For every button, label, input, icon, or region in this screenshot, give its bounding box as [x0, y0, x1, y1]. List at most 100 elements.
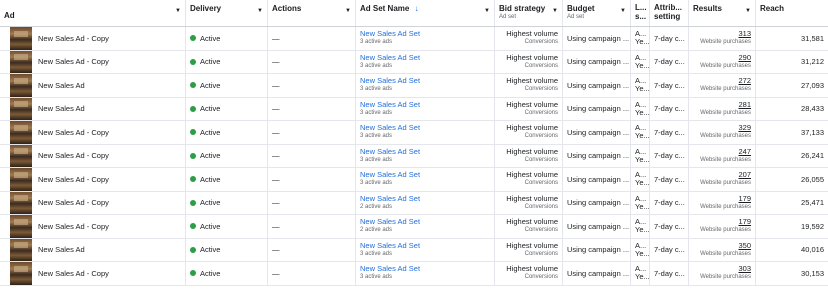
adset-cell[interactable]: New Sales Ad Set 3 active ads — [356, 74, 495, 97]
ad-name[interactable]: New Sales Ad - Copy — [38, 57, 109, 66]
table-row[interactable]: New Sales Ad - Copy Active — New Sales A… — [0, 191, 828, 215]
results-cell[interactable]: 350 Website purchases — [689, 238, 756, 261]
table-row[interactable]: New Sales Ad - Copy Active — New Sales A… — [0, 168, 828, 192]
results-value[interactable]: 350 — [738, 241, 751, 250]
ad-name[interactable]: New Sales Ad — [38, 81, 85, 90]
ad-thumbnail[interactable] — [10, 238, 32, 261]
table-row[interactable]: New Sales Ad Active — New Sales Ad Set 3… — [0, 238, 828, 262]
results-cell[interactable]: 272 Website purchases — [689, 74, 756, 97]
adset-link[interactable]: New Sales Ad Set — [360, 53, 420, 62]
table-row[interactable]: New Sales Ad - Copy Active — New Sales A… — [0, 50, 828, 74]
column-header-reach[interactable]: Reach — [756, 0, 828, 26]
ad-thumbnail[interactable] — [10, 50, 32, 73]
results-value[interactable]: 179 — [738, 217, 751, 226]
results-value[interactable]: 247 — [738, 147, 751, 156]
column-header-results[interactable]: Results ▼ — [689, 0, 756, 26]
ad-name[interactable]: New Sales Ad - Copy — [38, 198, 109, 207]
ad-name[interactable]: New Sales Ad - Copy — [38, 34, 109, 43]
adset-link[interactable]: New Sales Ad Set — [360, 217, 420, 226]
column-menu-icon[interactable]: ▼ — [345, 8, 351, 14]
column-header-budget[interactable]: Budget Ad set ▼ — [563, 0, 631, 26]
results-cell[interactable]: 247 Website purchases — [689, 144, 756, 167]
column-menu-icon[interactable]: ▼ — [257, 8, 263, 14]
ad-cell[interactable]: New Sales Ad - Copy — [0, 168, 186, 191]
adset-cell[interactable]: New Sales Ad Set 3 active ads — [356, 262, 495, 285]
column-header-ad[interactable]: Ad ▼ — [0, 0, 186, 26]
ad-thumbnail[interactable] — [10, 27, 32, 50]
adset-cell[interactable]: New Sales Ad Set 2 active ads — [356, 191, 495, 214]
table-row[interactable]: New Sales Ad - Copy Active — New Sales A… — [0, 144, 828, 168]
results-value[interactable]: 290 — [738, 53, 751, 62]
table-row[interactable]: New Sales Ad - Copy Active — New Sales A… — [0, 215, 828, 239]
adset-link[interactable]: New Sales Ad Set — [360, 76, 420, 85]
results-cell[interactable]: 281 Website purchases — [689, 97, 756, 120]
ad-thumbnail[interactable] — [10, 168, 32, 191]
column-menu-icon[interactable]: ▼ — [175, 8, 181, 14]
ad-cell[interactable]: New Sales Ad - Copy — [0, 27, 186, 50]
ad-name[interactable]: New Sales Ad - Copy — [38, 269, 109, 278]
ad-name[interactable]: New Sales Ad — [38, 104, 85, 113]
results-cell[interactable]: 179 Website purchases — [689, 215, 756, 238]
ad-thumbnail[interactable] — [10, 215, 32, 238]
adset-cell[interactable]: New Sales Ad Set 3 active ads — [356, 27, 495, 50]
results-cell[interactable]: 303 Website purchases — [689, 262, 756, 285]
ad-thumbnail[interactable] — [10, 262, 32, 285]
adset-cell[interactable]: New Sales Ad Set 3 active ads — [356, 97, 495, 120]
table-row[interactable]: New Sales Ad - Copy Active — New Sales A… — [0, 262, 828, 286]
results-value[interactable]: 281 — [738, 100, 751, 109]
table-row[interactable]: New Sales Ad Active — New Sales Ad Set 3… — [0, 97, 828, 121]
ad-cell[interactable]: New Sales Ad - Copy — [0, 262, 186, 285]
results-value[interactable]: 303 — [738, 264, 751, 273]
adset-link[interactable]: New Sales Ad Set — [360, 194, 420, 203]
adset-link[interactable]: New Sales Ad Set — [360, 29, 420, 38]
adset-cell[interactable]: New Sales Ad Set 3 active ads — [356, 121, 495, 144]
results-cell[interactable]: 313 Website purchases — [689, 27, 756, 50]
adset-cell[interactable]: New Sales Ad Set 3 active ads — [356, 144, 495, 167]
ad-name[interactable]: New Sales Ad - Copy — [38, 175, 109, 184]
results-cell[interactable]: 329 Website purchases — [689, 121, 756, 144]
table-row[interactable]: New Sales Ad - Copy Active — New Sales A… — [0, 121, 828, 145]
column-header-ls[interactable]: L... s... — [631, 0, 650, 26]
results-cell[interactable]: 290 Website purchases — [689, 50, 756, 73]
column-menu-icon[interactable]: ▼ — [745, 8, 751, 14]
adset-link[interactable]: New Sales Ad Set — [360, 100, 420, 109]
column-menu-icon[interactable]: ▼ — [620, 8, 626, 14]
results-cell[interactable]: 179 Website purchases — [689, 191, 756, 214]
ad-name[interactable]: New Sales Ad - Copy — [38, 151, 109, 160]
results-value[interactable]: 272 — [738, 76, 751, 85]
adset-link[interactable]: New Sales Ad Set — [360, 241, 420, 250]
column-menu-icon[interactable]: ▼ — [484, 8, 490, 14]
ad-cell[interactable]: New Sales Ad - Copy — [0, 191, 186, 214]
results-value[interactable]: 313 — [738, 29, 751, 38]
sort-down-icon[interactable]: ↓ — [415, 4, 419, 13]
adset-link[interactable]: New Sales Ad Set — [360, 264, 420, 273]
table-row[interactable]: New Sales Ad - Copy Active — New Sales A… — [0, 27, 828, 51]
adset-cell[interactable]: New Sales Ad Set 2 active ads — [356, 215, 495, 238]
adset-cell[interactable]: New Sales Ad Set 3 active ads — [356, 238, 495, 261]
ad-thumbnail[interactable] — [10, 121, 32, 144]
column-header-attribution[interactable]: Attrib... setting — [650, 0, 689, 26]
column-header-delivery[interactable]: Delivery ▼ — [186, 0, 268, 26]
column-menu-icon[interactable]: ▼ — [552, 8, 558, 14]
ad-thumbnail[interactable] — [10, 191, 32, 214]
results-value[interactable]: 207 — [738, 170, 751, 179]
ad-cell[interactable]: New Sales Ad — [0, 97, 186, 120]
adset-link[interactable]: New Sales Ad Set — [360, 123, 420, 132]
ad-cell[interactable]: New Sales Ad — [0, 74, 186, 97]
adset-link[interactable]: New Sales Ad Set — [360, 170, 420, 179]
ad-cell[interactable]: New Sales Ad - Copy — [0, 215, 186, 238]
ad-thumbnail[interactable] — [10, 144, 32, 167]
ad-cell[interactable]: New Sales Ad - Copy — [0, 50, 186, 73]
ad-name[interactable]: New Sales Ad — [38, 245, 85, 254]
ad-cell[interactable]: New Sales Ad — [0, 238, 186, 261]
column-header-bid-strategy[interactable]: Bid strategy Ad set ▼ — [495, 0, 563, 26]
adset-cell[interactable]: New Sales Ad Set 3 active ads — [356, 50, 495, 73]
ad-thumbnail[interactable] — [10, 74, 32, 97]
column-header-adset[interactable]: Ad Set Name ↓ ▼ — [356, 0, 495, 26]
adset-cell[interactable]: New Sales Ad Set 3 active ads — [356, 168, 495, 191]
results-value[interactable]: 329 — [738, 123, 751, 132]
results-cell[interactable]: 207 Website purchases — [689, 168, 756, 191]
table-row[interactable]: New Sales Ad Active — New Sales Ad Set 3… — [0, 74, 828, 98]
results-value[interactable]: 179 — [738, 194, 751, 203]
ad-name[interactable]: New Sales Ad - Copy — [38, 128, 109, 137]
